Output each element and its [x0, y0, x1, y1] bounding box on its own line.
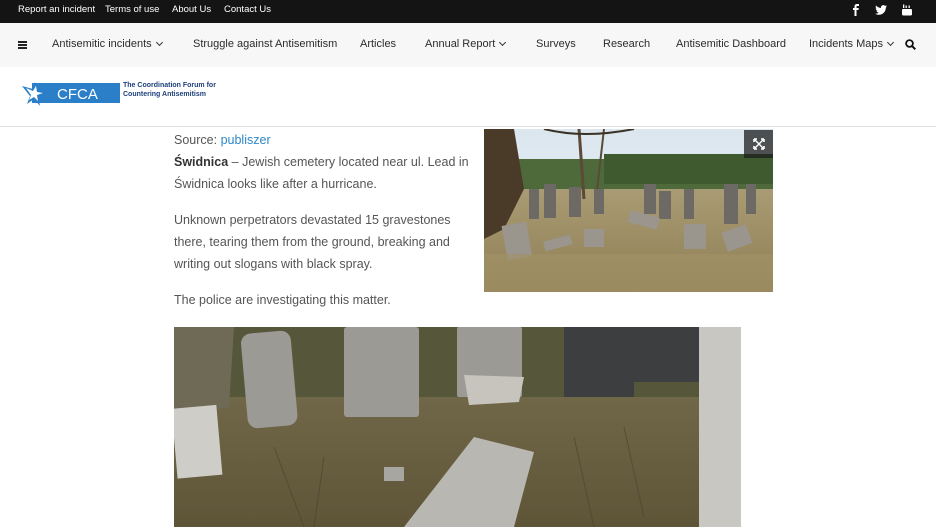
logo-tagline: The Coordination Forum for Countering An…: [123, 81, 243, 99]
nav-item-label: Incidents Maps: [809, 38, 883, 50]
paragraph-1: Świdnica – Jewish cemetery located near …: [174, 151, 469, 195]
fullscreen-icon: [752, 138, 765, 150]
nav-item-label: Articles: [360, 38, 397, 50]
nav-item-incidents-maps[interactable]: Incidents Maps: [809, 38, 895, 50]
about-us-link[interactable]: About Us: [172, 4, 211, 15]
source-line: Source: publiszer: [174, 129, 469, 151]
nav-item-antisemitic-dashboard[interactable]: Antisemitic Dashboard: [676, 38, 786, 50]
top-bar: Report an incident Terms of use About Us…: [0, 0, 936, 23]
contact-us-link[interactable]: Contact Us: [224, 4, 271, 15]
source-link[interactable]: publiszer: [221, 133, 271, 147]
main-nav: Antisemitic incidents Struggle against A…: [0, 23, 936, 67]
chevron-down-icon: [886, 38, 895, 47]
paragraph-3-text: The police are investigating this matter…: [174, 293, 391, 307]
search-icon[interactable]: [905, 39, 916, 50]
report-incident-link[interactable]: Report an incident: [18, 4, 95, 15]
paragraph-3: The police are investigating this matter…: [174, 289, 469, 311]
cemetery-photo-2[interactable]: [174, 327, 741, 527]
nav-item-label: Antisemitic incidents: [52, 38, 152, 50]
menu-icon[interactable]: [18, 41, 27, 49]
nav-item-antisemitic-incidents[interactable]: Antisemitic incidents: [52, 38, 163, 50]
nav-item-annual-report[interactable]: Annual Report: [425, 38, 507, 50]
logo-tagline-line1: The Coordination Forum for: [123, 82, 216, 89]
youtube-icon[interactable]: [900, 3, 914, 17]
paragraph-2: Unknown perpetrators devastated 15 grave…: [174, 209, 469, 275]
nav-item-label: Surveys: [536, 38, 576, 50]
chevron-down-icon: [499, 38, 507, 47]
nav-item-surveys[interactable]: Surveys: [536, 38, 576, 50]
chevron-down-icon: [155, 38, 163, 47]
expand-image-button[interactable]: [744, 130, 773, 158]
cemetery-photo-1[interactable]: [484, 129, 773, 292]
source-label: Source:: [174, 133, 218, 147]
nav-item-label: Antisemitic Dashboard: [676, 38, 787, 50]
paragraph-2-text: Unknown perpetrators devastated 15 grave…: [174, 213, 451, 271]
logo-acronym: CFCA: [57, 86, 98, 103]
nav-item-articles[interactable]: Articles: [360, 38, 396, 50]
logo-tagline-line2: Countering Antisemitism: [123, 91, 206, 98]
nav-item-label: Annual Report: [425, 38, 496, 50]
facebook-icon[interactable]: [849, 3, 863, 17]
cfca-logo[interactable]: CFCA: [20, 80, 120, 113]
nav-item-label: Struggle against Antisemitism: [193, 38, 338, 50]
nav-item-label: Research: [603, 38, 651, 50]
city-name: Świdnica: [174, 155, 229, 169]
terms-of-use-link[interactable]: Terms of use: [105, 4, 159, 15]
nav-item-struggle[interactable]: Struggle against Antisemitism: [193, 38, 337, 50]
site-header: CFCA The Coordination Forum for Counteri…: [0, 67, 936, 127]
nav-item-research[interactable]: Research: [603, 38, 650, 50]
twitter-icon[interactable]: [874, 3, 888, 17]
